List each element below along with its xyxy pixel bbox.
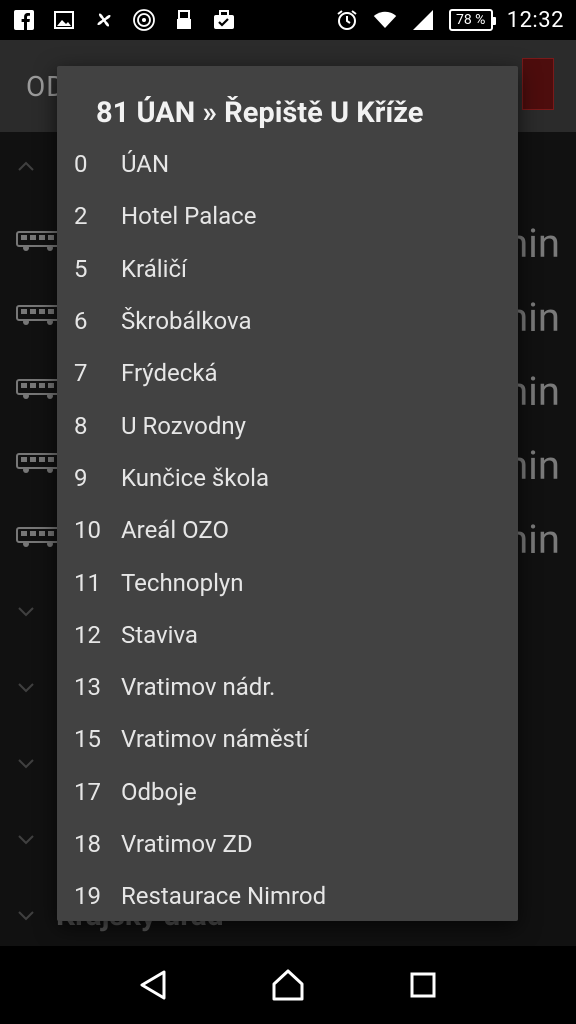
back-button[interactable] — [131, 963, 175, 1007]
bus-icon — [16, 379, 60, 399]
usb-icon — [172, 8, 196, 32]
stop-time-offset: 17 — [74, 777, 101, 806]
stop-name: Areál OZO — [121, 516, 229, 545]
stop-time-offset: 7 — [74, 359, 88, 388]
status-right: 78 % 12:32 — [335, 8, 564, 33]
stop-row[interactable]: 12 Staviva — [57, 609, 518, 661]
stop-time-offset: 5 — [74, 254, 88, 283]
header-action-button[interactable] — [522, 58, 554, 110]
stop-row[interactable]: 11 Technoplyn — [57, 556, 518, 608]
stop-name: Králičí — [121, 254, 187, 283]
status-left — [12, 8, 236, 32]
stop-time-offset: 8 — [74, 411, 88, 440]
stop-name: Frýdecká — [121, 359, 218, 388]
stop-name: Vratimov nádr. — [121, 673, 276, 702]
home-icon — [272, 969, 304, 1001]
stop-row[interactable]: 8 U Rozvodny — [57, 399, 518, 451]
recents-icon — [410, 972, 436, 998]
stop-row[interactable]: 9 Kunčice škola — [57, 452, 518, 504]
stop-time-offset: 18 — [74, 830, 101, 858]
stop-row[interactable]: 10 Areál OZO — [57, 504, 518, 556]
stop-name: Odboje — [121, 777, 197, 806]
stop-time-offset: 0 — [74, 150, 88, 179]
stop-time-offset: 6 — [74, 307, 88, 336]
chevron-down-icon — [18, 911, 34, 921]
stop-row[interactable]: 13 Vratimov nádr. — [57, 661, 518, 713]
stop-name: Škrobálkova — [121, 307, 252, 336]
stop-row[interactable]: 19 Restaurace Nimrod — [57, 870, 518, 921]
pinwheel-icon — [92, 8, 116, 32]
stop-row[interactable]: 6 Škrobálkova — [57, 295, 518, 347]
stop-name: Vratimov ZD — [121, 830, 253, 858]
stop-row[interactable]: 2 Hotel Palace — [57, 190, 518, 242]
stop-name: Kunčice škola — [121, 463, 270, 492]
wifi-icon — [373, 8, 397, 32]
chevron-down-icon — [18, 683, 34, 693]
alarm-icon — [335, 8, 359, 32]
cell-signal-icon — [411, 8, 435, 32]
recents-button[interactable] — [401, 963, 445, 1007]
facebook-icon — [12, 8, 36, 32]
stop-time-offset: 12 — [74, 620, 101, 649]
stop-row[interactable]: 15 Vratimov náměstí — [57, 713, 518, 765]
chevron-down-icon — [18, 607, 34, 617]
stop-time-offset: 10 — [74, 516, 101, 545]
gallery-icon — [52, 8, 76, 32]
navigation-bar — [0, 946, 576, 1024]
status-bar: 78 % 12:32 — [0, 0, 576, 40]
stop-row[interactable]: 0 ÚAN — [57, 138, 518, 190]
signal-app-icon — [132, 8, 156, 32]
home-button[interactable] — [266, 963, 310, 1007]
route-stops-dialog: 81 ÚAN » Řepiště U Kříže 0 ÚAN 2 Hotel Pala… — [57, 66, 518, 921]
stop-time-offset: 2 — [74, 202, 88, 231]
stop-name: Staviva — [121, 620, 198, 649]
screen: 78 % 12:32 OD min min min min min Krajsk… — [0, 0, 576, 1024]
stop-row[interactable]: 17 Odboje — [57, 766, 518, 818]
stop-name: Hotel Palace — [121, 202, 257, 231]
stop-name: U Rozvodny — [121, 411, 246, 440]
stop-name: Technoplyn — [121, 568, 244, 597]
stop-time-offset: 9 — [74, 463, 88, 492]
chevron-up-icon — [18, 161, 34, 171]
battery-icon: 78 % — [448, 9, 496, 31]
back-icon — [140, 970, 166, 1000]
stop-name: ÚAN — [121, 150, 170, 179]
bus-icon — [16, 231, 60, 251]
stop-name: Restaurace Nimrod — [121, 882, 327, 911]
stop-time-offset: 11 — [74, 568, 101, 597]
stop-name: Vratimov náměstí — [121, 725, 309, 754]
clock: 12:32 — [506, 7, 564, 33]
stop-list: 0 ÚAN 2 Hotel Palace 5 Králičí 6 Škrobálkova 7 Fr… — [57, 138, 518, 921]
stop-time-offset: 19 — [74, 882, 101, 911]
stop-row[interactable]: 5 Králičí — [57, 243, 518, 295]
chevron-down-icon — [18, 835, 34, 845]
briefcase-check-icon — [212, 8, 236, 32]
bus-icon — [16, 527, 60, 547]
dialog-title: 81 ÚAN » Řepiště U Kříže — [96, 96, 424, 130]
stop-time-offset: 13 — [74, 673, 101, 702]
bus-icon — [16, 453, 60, 473]
bus-icon — [16, 305, 60, 325]
stop-time-offset: 15 — [74, 725, 101, 754]
stop-row[interactable]: 18 Vratimov ZD — [57, 818, 518, 870]
stop-row[interactable]: 7 Frýdecká — [57, 347, 518, 399]
chevron-down-icon — [18, 759, 34, 769]
